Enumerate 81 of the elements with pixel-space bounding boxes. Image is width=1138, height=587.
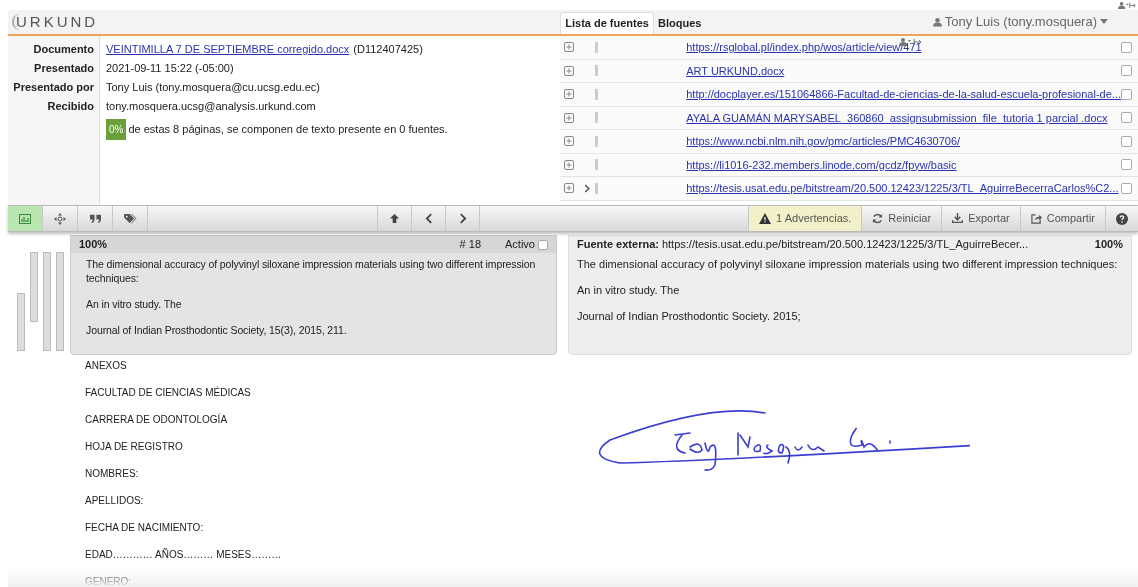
match-bar (595, 112, 599, 124)
document-line: FACULTAD DE CIENCIAS MÉDICAS (85, 386, 252, 400)
match-bar (595, 41, 599, 53)
expand-icon (564, 112, 575, 123)
match-bar (595, 88, 599, 100)
match-bar (595, 182, 599, 194)
chevron-right-icon (584, 183, 591, 193)
user-menu[interactable]: Tony Luis (tony.mosquera) (932, 12, 1108, 32)
checkbox[interactable] (1121, 135, 1132, 147)
document-line: GENERO: (85, 575, 133, 587)
field-label: Documento (33, 42, 94, 57)
similarity-badge: 0% (106, 119, 127, 140)
help-icon (1116, 212, 1128, 225)
match-paragraph: An in vitro study. The (577, 283, 681, 297)
checkbox[interactable] (1121, 88, 1132, 100)
active-checkbox[interactable] (538, 239, 548, 250)
arrow-up-icon (389, 213, 400, 224)
match-paragraph: An in vitro study. The (86, 297, 183, 311)
document-line: CARRERA DE ODONTOLOGÍA (85, 413, 229, 427)
match-paragraph: The dimensional accuracy of polyvinyl siloxane impression materials using two different impression techniques: (86, 257, 537, 285)
field-label: Recibido (47, 99, 94, 114)
document-link[interactable]: VEINTIMILLA 7 DE SEPTIEMBRE corregido.docx (106, 40, 350, 59)
match-number: # 18 (459, 237, 482, 253)
checkbox[interactable] (1121, 159, 1132, 171)
toolbar-button[interactable]: 1 Advertencias. (748, 206, 862, 231)
match-bar (595, 135, 599, 147)
refresh-icon (872, 213, 884, 224)
document-line: APELLIDOS: (85, 494, 145, 508)
expand-icon (564, 136, 575, 147)
document-line: EDAD………… AÑOS……… MESES……… (85, 548, 283, 562)
chart-icon (19, 213, 31, 224)
field-label: Presentado por (13, 80, 94, 95)
similarity-text: de estas 8 páginas, se componen de texto presente en 0 fuentes. (128, 122, 448, 138)
tab[interactable]: Lista de fuentes (560, 12, 654, 34)
match-paragraph: Journal of Indian Prosthodontic Society. 2015; (577, 309, 802, 323)
expand-icon (564, 159, 575, 170)
match-bar (595, 65, 599, 77)
document-line: HOJA DE REGISTRO (85, 440, 184, 454)
user-icon (932, 16, 942, 27)
source-link[interactable]: ART URKUND.docx (686, 62, 785, 79)
toolbar-button[interactable]: Exportar (941, 206, 1020, 231)
move-icon (54, 212, 66, 225)
match-bar (595, 159, 599, 171)
user-logout-icon (1118, 1, 1136, 10)
checkbox[interactable] (1121, 182, 1132, 194)
quote-icon (89, 213, 101, 224)
tab[interactable]: Bloques (654, 12, 706, 34)
source-label: Fuente externa: (577, 237, 659, 253)
tags-icon (123, 213, 137, 224)
urkund-logo: URKUND (12, 14, 99, 30)
source-url: https://tesis.usat.edu.pe/bitstream/20.500.12423/1225/3/TL_AguirreBecer... (661, 237, 1029, 253)
field-value: 2021-09-11 15:22 (-05:00) (106, 61, 234, 76)
checkbox[interactable] (1121, 112, 1132, 124)
expand-icon (564, 89, 575, 100)
warning-icon (759, 213, 772, 224)
match-bar (30, 252, 38, 322)
match-bar (17, 293, 25, 351)
download-icon (952, 213, 964, 224)
document-line: FECHA DE NACIMIENTO: (85, 521, 205, 535)
field-value: tony.mosquera.ucsg@analysis.urkund.com (106, 99, 316, 114)
expand-icon (564, 183, 575, 194)
match-percent: 100% (1094, 237, 1123, 253)
field-value: Tony Luis (tony.mosquera@cu.ucsg.edu.ec) (106, 80, 320, 95)
share-icon (1030, 213, 1042, 224)
chevron-right-icon (458, 213, 467, 224)
checkbox[interactable] (1121, 65, 1132, 77)
chevron-left-icon (424, 213, 433, 224)
toolbar-button[interactable]: Reiniciar (861, 206, 942, 231)
document-line: ANEXOS (85, 359, 128, 373)
caret-icon (1100, 19, 1108, 25)
checkbox[interactable] (1121, 41, 1132, 53)
match-paragraph: The dimensional accuracy of polyvinyl siloxane impression materials using two different impression techniques: (577, 257, 1119, 271)
document-id: (D112407425) (353, 42, 423, 57)
field-label: Presentado (34, 61, 94, 76)
toolbar-button[interactable]: Compartir (1019, 206, 1105, 231)
expand-icon (564, 65, 575, 76)
expand-icon (564, 42, 575, 53)
match-paragraph: Journal of Indian Prosthodontic Society, 15(3), 2015, 211. (86, 323, 348, 337)
match-percent: 100% (79, 237, 108, 253)
document-line: NOMBRES: (85, 467, 140, 481)
active-label: Activo (505, 237, 535, 253)
